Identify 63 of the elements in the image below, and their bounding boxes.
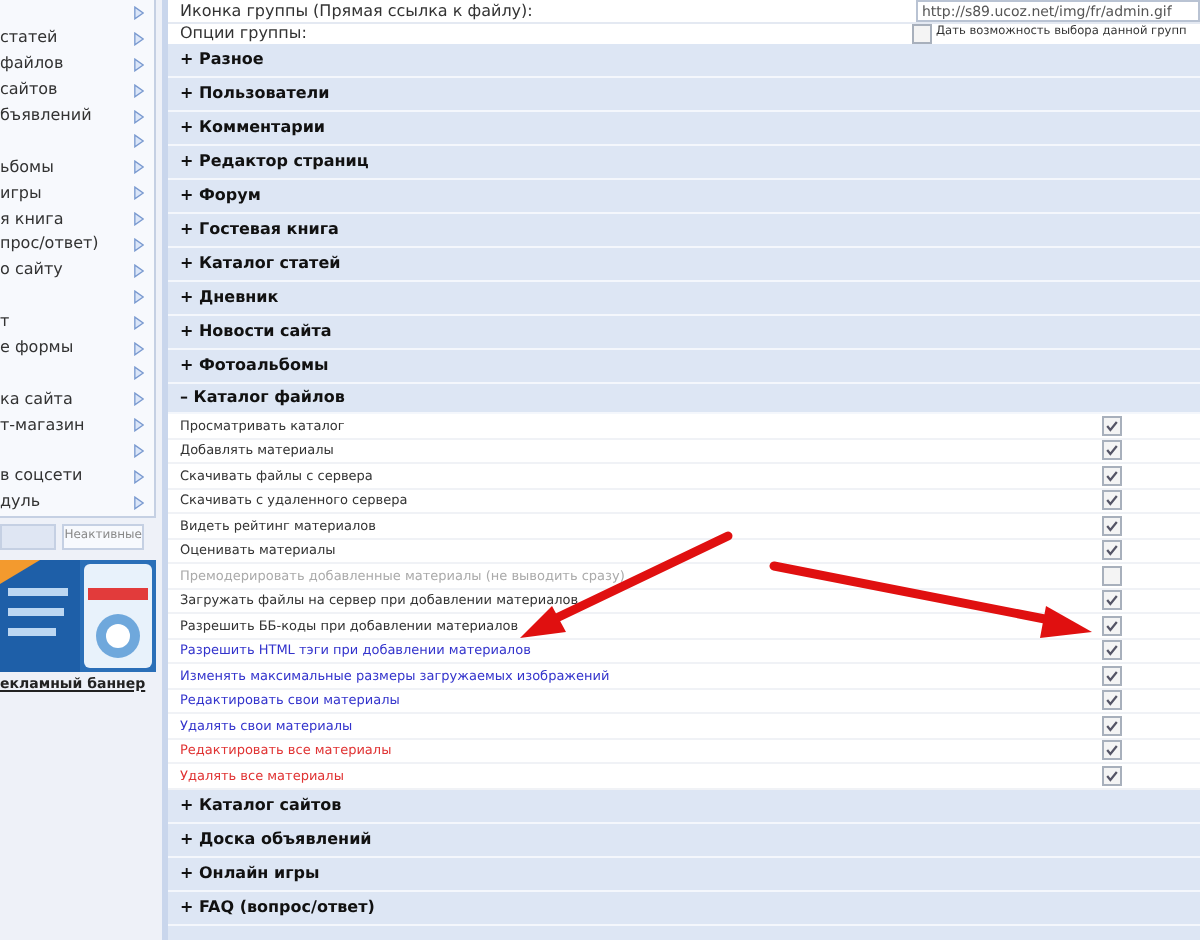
sidebar-item-label: я книга: [0, 211, 64, 228]
sidebar-item-label: е формы: [0, 340, 74, 357]
sidebar-item-label: бъявлений: [0, 108, 92, 124]
checkbox[interactable]: [1102, 540, 1122, 561]
sidebar-item-label: игры: [0, 185, 42, 202]
sidebar-item-label: прос/ответ): [0, 236, 99, 253]
sidebar-item[interactable]: статей: [0, 25, 154, 52]
section-header[interactable]: + Форум: [168, 180, 1200, 214]
sidebar-item-label: статей: [0, 30, 58, 47]
section-header[interactable]: + Доска объявлений: [168, 823, 1200, 857]
sidebar-item[interactable]: т-магазин: [0, 412, 154, 439]
section-header[interactable]: + Каталог статей: [168, 248, 1200, 282]
sidebar-item[interactable]: ка сайта: [0, 386, 154, 413]
checkbox[interactable]: [1102, 615, 1122, 636]
sidebar-item-label: в соцсети: [0, 468, 83, 485]
sidebar-item[interactable]: прос/ответ): [0, 232, 154, 258]
checkbox[interactable]: [1102, 465, 1122, 486]
field-label: Иконка группы (Прямая ссылка к файлу):: [180, 3, 533, 19]
sidebar-item[interactable]: дуль: [0, 489, 154, 516]
checkbox[interactable]: [1102, 665, 1122, 686]
checkbox[interactable]: [1102, 440, 1122, 461]
field-label: Опции группы:: [180, 26, 307, 42]
checkbox[interactable]: [1102, 590, 1122, 611]
sidebar-item-label: т: [0, 314, 10, 331]
checkbox[interactable]: [1102, 740, 1122, 761]
section-header[interactable]: + Каталог сайтов: [168, 789, 1200, 823]
checkbox[interactable]: [1102, 490, 1122, 511]
sidebar-item-label: сайтов: [0, 82, 58, 99]
sidebar-item-label: ка сайта: [0, 391, 73, 408]
sidebar-item-label: о сайту: [0, 262, 63, 279]
section-header[interactable]: + Комментарии: [168, 112, 1200, 146]
section-header[interactable]: + Разное: [168, 44, 1200, 78]
sidebar-item-label: ьбомы: [0, 159, 54, 176]
section-header[interactable]: + Новости сайта: [168, 316, 1200, 350]
checkbox[interactable]: [1102, 415, 1122, 436]
sidebar-item[interactable]: я книга: [0, 206, 154, 233]
checkbox[interactable]: [1102, 565, 1122, 586]
sidebar-item-label: дуль: [0, 494, 41, 511]
section-header[interactable]: + Редактор страниц: [168, 146, 1200, 180]
sidebar-item[interactable]: о сайту: [0, 257, 154, 284]
sidebar-item[interactable]: игры: [0, 180, 154, 207]
section-header[interactable]: + FAQ (вопрос/ответ): [168, 891, 1200, 925]
section-header[interactable]: – Каталог файлов: [168, 384, 1200, 414]
checkbox[interactable]: [912, 24, 932, 44]
section-header[interactable]: + Фотоальбомы: [168, 350, 1200, 384]
checkbox[interactable]: [1102, 765, 1122, 786]
section-header[interactable]: + Дневник: [168, 282, 1200, 316]
checkbox[interactable]: [1102, 715, 1122, 736]
sidebar-item[interactable]: сайтов: [0, 77, 154, 104]
section-header[interactable]: + Гостевая книга: [168, 214, 1200, 248]
checkbox[interactable]: [1102, 640, 1122, 661]
checkbox[interactable]: [1102, 690, 1122, 711]
sidebar-item[interactable]: е формы: [0, 335, 154, 361]
checkbox[interactable]: [1102, 515, 1122, 536]
section-header[interactable]: + Онлайн игры: [168, 857, 1200, 891]
sidebar-item[interactable]: т: [0, 309, 154, 336]
sidebar-item[interactable]: файлов: [0, 51, 154, 78]
sidebar-item[interactable]: в соцсети: [0, 464, 154, 490]
sidebar-item[interactable]: бъявлений: [0, 103, 154, 129]
sidebar-item[interactable]: ьбомы: [0, 154, 154, 181]
section-header[interactable]: + Пользователи: [168, 78, 1200, 112]
sidebar-item-label: т-магазин: [0, 417, 85, 434]
sidebar-item-label: файлов: [0, 56, 64, 73]
